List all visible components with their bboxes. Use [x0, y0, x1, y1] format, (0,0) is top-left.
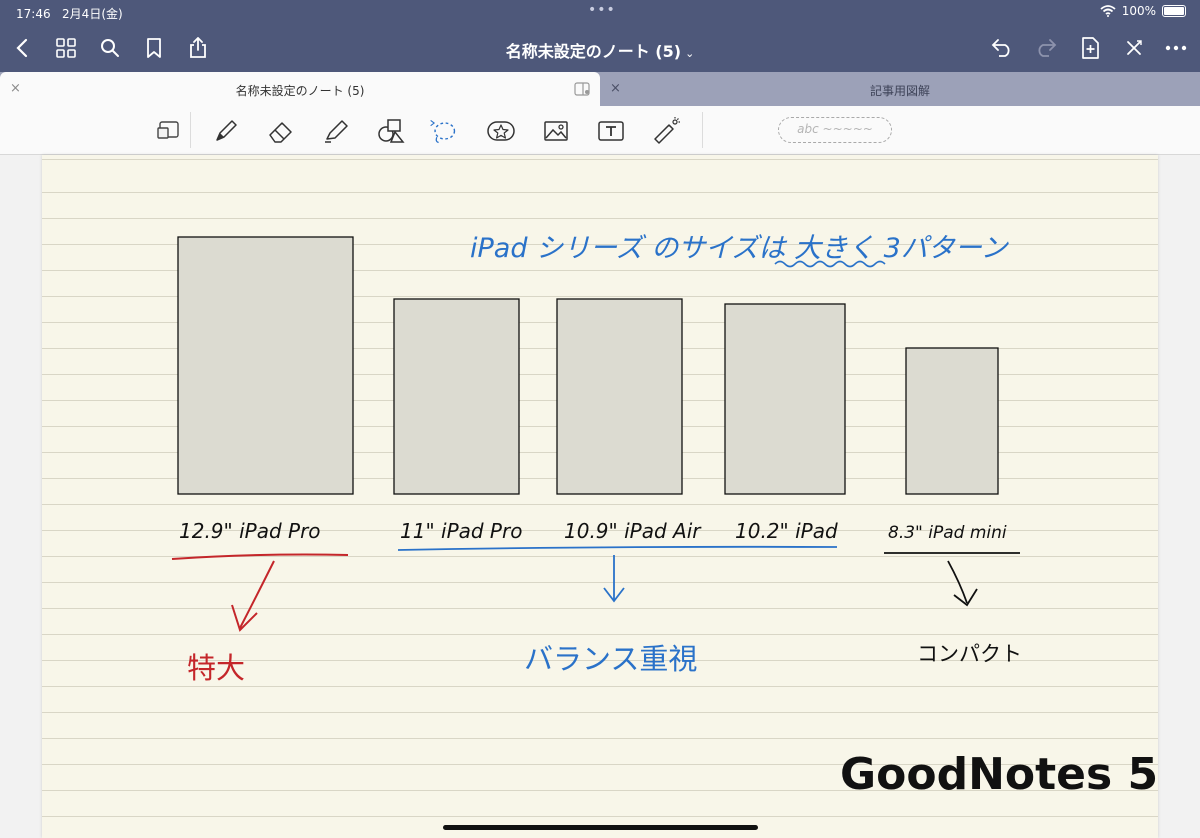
group-label-balanced: バランス重視 [524, 642, 697, 676]
status-right: 100% [1100, 4, 1186, 18]
device-rect [724, 303, 846, 495]
status-time: 17:46 2月4日(金) [16, 7, 123, 21]
device-rect [393, 298, 520, 495]
tab-current-note[interactable]: × 名称未設定のノート (5) [0, 72, 600, 106]
undo-icon [991, 39, 1010, 57]
more-icon [1165, 45, 1187, 51]
add-page-icon [1082, 37, 1099, 59]
device-rectangles [177, 236, 999, 495]
more-button[interactable] [1162, 34, 1190, 62]
label-ipad: 10.2" iPad [735, 519, 838, 543]
image-icon [544, 121, 568, 141]
redo-icon [1038, 39, 1057, 57]
split-view-icon[interactable] [574, 81, 590, 100]
toolbar-separator [190, 112, 191, 148]
note-canvas[interactable]: iPad シリーズ のサイズは 大きく 3パターン 12.9" iPad Pro… [0, 155, 1200, 838]
laser-pointer-tool[interactable] [651, 117, 681, 145]
battery-icon [1162, 5, 1186, 17]
multitask-dots[interactable]: ••• [588, 2, 616, 18]
shapes-icon [378, 119, 405, 143]
device-rect [905, 347, 999, 495]
close-toolbar-icon [1127, 40, 1142, 55]
note-heading: iPad シリーズ のサイズは 大きく 3パターン [470, 233, 1009, 264]
lasso-tool[interactable] [428, 117, 458, 145]
label-ipad-air: 10.9" iPad Air [564, 519, 702, 543]
label-ipad-mini: 8.3" iPad mini [888, 523, 1007, 543]
arrow-large [239, 560, 275, 629]
handwriting-input[interactable]: abc ~~~~~ [778, 117, 892, 143]
home-indicator[interactable] [443, 825, 758, 830]
tab-label: 記事用図解 [869, 84, 930, 98]
elements-icon [487, 121, 515, 141]
tab-label: 名称未設定のノート (5) [235, 84, 365, 98]
text-tool[interactable] [596, 117, 626, 145]
eraser-tool[interactable] [266, 117, 296, 145]
nav-bar: 名称未設定のノート (5) ⌄ [0, 28, 1200, 68]
underline-balanced [397, 545, 838, 551]
redo-button[interactable] [1032, 34, 1060, 62]
note-page[interactable]: iPad シリーズ のサイズは 大きく 3パターン 12.9" iPad Pro… [42, 155, 1158, 838]
add-page-button[interactable] [1076, 34, 1104, 62]
wifi-icon [1100, 5, 1116, 17]
pen-icon [216, 120, 237, 141]
document-tabs: × 名称未設定のノート (5) × 記事用図解 [0, 72, 1200, 106]
group-label-compact: コンパクト [917, 642, 1022, 666]
label-ipad-pro-12-9: 12.9" iPad Pro [179, 519, 321, 543]
text-box-icon [598, 121, 624, 141]
group-label-large: 特大 [187, 651, 245, 685]
toolbar-separator [702, 112, 703, 148]
elements-tool[interactable] [486, 117, 516, 145]
status-bar: 17:46 2月4日(金) ••• 100% [0, 0, 1200, 24]
pen-tool[interactable] [211, 117, 241, 145]
tab-article-diagram[interactable]: × 記事用図解 [600, 72, 1200, 106]
hide-toolbar-button[interactable] [1120, 34, 1148, 62]
drawing-toolbar: abc ~~~~~ [0, 106, 1200, 155]
device-rect [556, 298, 683, 495]
zoom-window-tool[interactable] [153, 117, 183, 145]
laser-pointer-icon [654, 117, 680, 144]
goodnotes-title: GoodNotes 5 [840, 749, 1158, 800]
underline-large [171, 553, 349, 560]
status-date: 2月4日(金) [62, 7, 123, 21]
eraser-icon [269, 122, 292, 143]
zoom-window-icon [157, 121, 179, 139]
title-chevron-icon: ⌄ [685, 47, 695, 60]
undo-button[interactable] [988, 34, 1016, 62]
document-title[interactable]: 名称未設定のノート (5) ⌄ [0, 38, 1200, 62]
highlighter-icon [325, 120, 348, 143]
handwritten-diagram: iPad シリーズ のサイズは 大きく 3パターン 12.9" iPad Pro… [171, 233, 1158, 800]
label-ipad-pro-11: 11" iPad Pro [400, 519, 522, 543]
top-bar: 17:46 2月4日(金) ••• 100% 名称未設定のノート (5) ⌄ [0, 0, 1200, 72]
device-rect [177, 236, 354, 495]
lasso-icon [430, 119, 456, 144]
image-tool[interactable] [541, 117, 571, 145]
highlighter-tool[interactable] [321, 117, 351, 145]
battery-percent: 100% [1121, 4, 1156, 18]
shape-tool[interactable] [376, 117, 406, 145]
